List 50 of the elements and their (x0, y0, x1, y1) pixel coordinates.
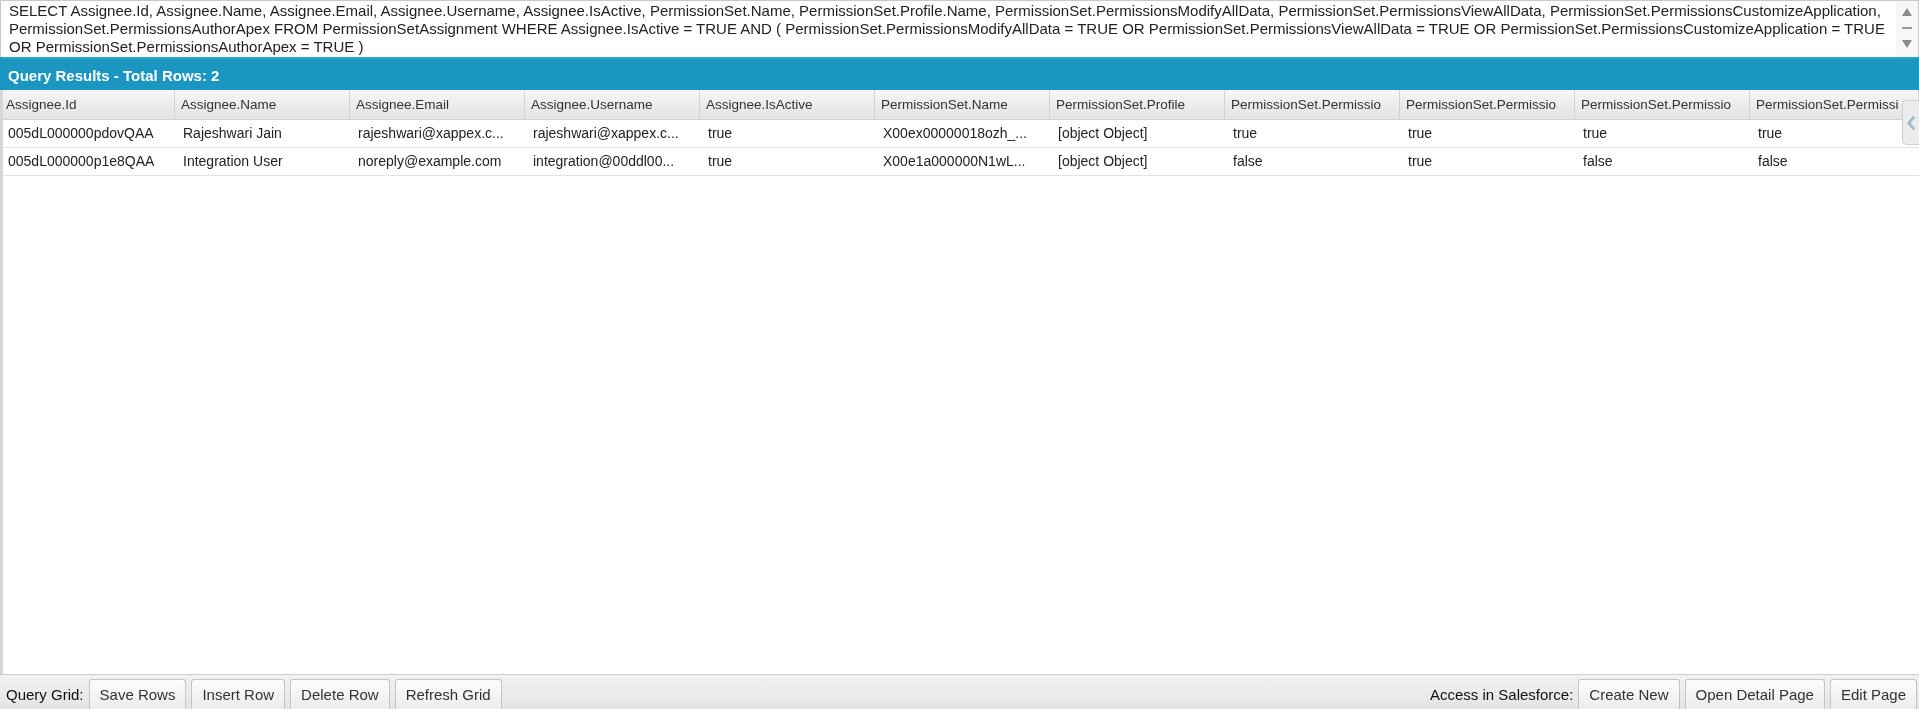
column-header[interactable]: PermissionSet.Name (875, 90, 1050, 120)
table-cell-text: 005dL000000pdovQAA (8, 124, 154, 143)
table-cell-text: Integration User (183, 152, 283, 171)
table-cell-text: false (1233, 152, 1263, 171)
toolbar-button[interactable]: Create New (1578, 679, 1680, 709)
table-cell-text: rajeshwari@xappex.c... (533, 124, 679, 143)
table-cell-text: true (1583, 124, 1608, 143)
table-cell-text: true (1408, 124, 1433, 143)
toolbar-button[interactable]: Delete Row (290, 679, 390, 709)
table-cell-text: rajeshwari@xappex.c... (358, 124, 504, 143)
table-cell-text: true (1758, 124, 1783, 143)
table-cell-text: true (708, 152, 733, 171)
scroll-down-icon[interactable] (1901, 39, 1913, 49)
column-header[interactable]: PermissionSet.Permissi (1750, 90, 1919, 120)
results-title: Query Results - Total Rows: 2 (0, 57, 1919, 90)
table-cell-text: Rajeshwari Jain (183, 124, 282, 143)
table-cell-text: [object Object] (1058, 152, 1148, 171)
table-cell-text: 005dL000000p1e8QAA (8, 152, 155, 171)
column-header[interactable]: PermissionSet.Profile (1050, 90, 1225, 120)
scrollbar-thumb[interactable] (1902, 27, 1912, 29)
scroll-up-icon[interactable] (1901, 7, 1913, 17)
column-header[interactable]: Assignee.Username (525, 90, 700, 120)
chevron-left-icon (1906, 114, 1916, 131)
column-header[interactable]: Assignee.IsActive (700, 90, 875, 120)
table-cell-text: [object Object] (1058, 124, 1148, 143)
table-cell-text: integration@00ddl00... (533, 152, 675, 171)
toolbar-button[interactable]: Open Detail Page (1684, 679, 1825, 709)
column-header[interactable]: Assignee.Id (3, 90, 175, 120)
column-header[interactable]: PermissionSet.Permissio (1400, 90, 1575, 120)
table-cell-text: noreply@example.com (358, 152, 502, 171)
column-header[interactable]: Assignee.Email (350, 90, 525, 120)
column-header[interactable]: PermissionSet.Permissio (1575, 90, 1750, 120)
table-cell-text: X00ex00000018ozh_... (883, 124, 1027, 143)
panel-toggle-button[interactable] (1902, 100, 1919, 145)
toolbar-button[interactable]: Edit Page (1829, 679, 1917, 709)
toolbar-label: Query Grid: (6, 685, 84, 703)
column-header[interactable]: Assignee.Name (175, 90, 350, 120)
table-cell-text: true (1408, 152, 1433, 171)
table-cell-text: false (1758, 152, 1788, 171)
toolbar-button[interactable]: Insert Row (191, 679, 286, 709)
table-cell-text: X00e1a000000N1wL... (883, 152, 1026, 171)
toolbar-button[interactable]: Save Rows (88, 679, 187, 709)
table-cell-text: true (708, 124, 733, 143)
query-text: SELECT Assignee.Id, Assignee.Name, Assignee.Email, Assignee.Username, Assignee.IsActive, PermissionSet.Name, PermissionSet.Profile.Name, PermissionSet.PermissionsModifyAllData, PermissionSet.PermissionsViewAllData, PermissionSet.PermissionsCustomizeApplication, PermissionSet.PermissionsAuthorApex FROM PermissionSetAssignment WHERE Assignee.IsActive = TRUE AND ( PermissionSet.PermissionsModifyAllData = TRUE OR PermissionSet.PermissionsViewAllData = TRUE OR PermissionSet.PermissionsCustomizeApplication = TRUE OR PermissionSet.PermissionsAuthorApex = TRUE ) (8, 1, 1886, 57)
vertical-scrollbar[interactable] (1896, 1, 1918, 57)
column-header[interactable]: PermissionSet.Permissio (1225, 90, 1400, 120)
toolbar-label: Access in Salesforce: (1429, 685, 1574, 703)
toolbar-button[interactable]: Refresh Grid (394, 679, 502, 709)
table-cell-text: false (1583, 152, 1613, 171)
table-cell-text: true (1233, 124, 1258, 143)
